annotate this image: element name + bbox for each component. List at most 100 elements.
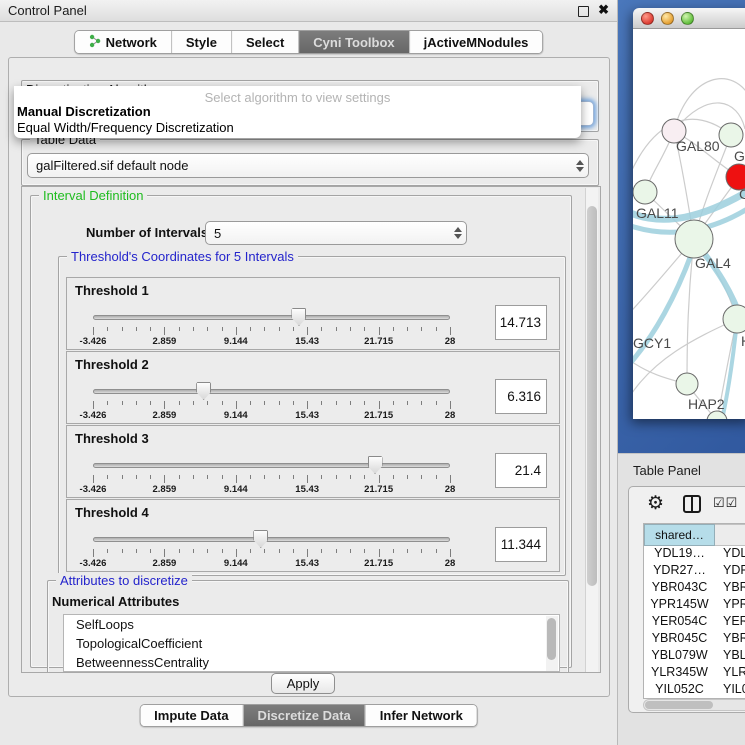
table-row[interactable]: YDL19…YDL1 (644, 546, 745, 563)
attributes-list-scrollbar[interactable] (546, 616, 558, 672)
cell-shared-name[interactable]: YER054C (644, 614, 715, 631)
cell-name[interactable]: YER0 (715, 614, 745, 631)
cell-name[interactable]: YBL0 (715, 648, 745, 665)
table-row[interactable]: YLR345WYLR3 (644, 665, 745, 682)
threshold-slider-4[interactable]: -3.4262.8599.14415.4321.71528 (67, 500, 559, 571)
slider-tick (364, 475, 365, 479)
slider-track[interactable] (93, 315, 450, 320)
table-row[interactable]: YDR27…YDR2 (644, 563, 745, 580)
slider-thumb[interactable] (368, 456, 383, 474)
slider-thumb[interactable] (253, 530, 268, 548)
cell-name[interactable]: YDL1 (715, 546, 745, 563)
cell-name[interactable]: YIL0 (715, 682, 745, 699)
slider-track[interactable] (93, 389, 450, 394)
slider-track[interactable] (93, 463, 450, 468)
table-row[interactable]: YIL052CYIL0 (644, 682, 745, 699)
algorithm-option-manual-discretization[interactable]: Manual Discretization (17, 104, 151, 119)
slider-tick (136, 401, 137, 405)
threshold-slider-1[interactable]: -3.4262.8599.14415.4321.71528 (67, 278, 559, 349)
cell-shared-name[interactable]: YIL052C (644, 682, 715, 699)
network-node-ga[interactable] (719, 123, 743, 147)
cell-shared-name[interactable]: YLR345W (644, 665, 715, 682)
checkbox-icons[interactable]: ☑☑ (713, 495, 738, 511)
slider-tick (321, 401, 322, 405)
slider-thumb[interactable] (291, 308, 306, 326)
cell-name[interactable]: YBR0 (715, 580, 745, 597)
slider-thumb[interactable] (196, 382, 211, 400)
attribute-item-topologicalcoefficient[interactable]: TopologicalCoefficient (64, 634, 559, 653)
threshold-value-field[interactable]: 14.713 (495, 305, 547, 340)
slider-tick (222, 475, 223, 479)
table-horizontal-scrollbar[interactable] (643, 699, 745, 711)
attribute-item-betweennesscentrality[interactable]: BetweennessCentrality (64, 653, 559, 672)
table-row[interactable]: YBR043CYBR0 (644, 580, 745, 597)
bottom-tab-infer-network[interactable]: Infer Network (365, 705, 477, 726)
slider-tick (364, 549, 365, 553)
network-node-gal4[interactable] (675, 220, 713, 258)
slider-tick (336, 327, 337, 331)
threshold-slider-3[interactable]: -3.4262.8599.14415.4321.71528 (67, 426, 559, 497)
slider-tick-label: 21.715 (349, 484, 409, 495)
cell-shared-name[interactable]: YDL19… (644, 546, 715, 563)
attributes-group: Attributes to discretize Numerical Attri… (47, 580, 569, 673)
algorithm-option-equal-width-frequency-discretization[interactable]: Equal Width/Frequency Discretization (17, 120, 234, 135)
tab-network[interactable]: Network (75, 31, 171, 53)
bottom-tab-discretize-data[interactable]: Discretize Data (243, 705, 365, 726)
tab-style[interactable]: Style (171, 31, 231, 53)
table-row[interactable]: YBR045CYBR0 (644, 631, 745, 648)
threshold-row-4: Threshold 4-3.4262.8599.14415.4321.71528… (66, 499, 560, 572)
tab-jactivemnodules[interactable]: jActiveMNodules (409, 31, 543, 53)
threshold-value-field[interactable]: 6.316 (495, 379, 547, 414)
gear-icon[interactable]: ⚙ (647, 492, 664, 515)
attribute-item-selfloops[interactable]: SelfLoops (64, 615, 559, 634)
slider-tick (279, 401, 280, 405)
cell-shared-name[interactable]: YPR145W (644, 597, 715, 614)
slider-tick (250, 401, 251, 405)
settings-scrollbar[interactable] (585, 188, 598, 672)
cell-shared-name[interactable]: YBR045C (644, 631, 715, 648)
cell-name[interactable]: YBR0 (715, 631, 745, 648)
threshold-value-field[interactable]: 21.4 (495, 453, 547, 488)
number-of-intervals-combobox[interactable]: 5 (205, 221, 467, 245)
slider-tick-label: 15.43 (277, 336, 337, 347)
slider-tick (222, 401, 223, 405)
minimize-traffic-light-icon[interactable] (661, 12, 674, 25)
table-row[interactable]: YER054CYER0 (644, 614, 745, 631)
cell-name[interactable]: YLR3 (715, 665, 745, 682)
cell-shared-name[interactable]: YDR27… (644, 563, 715, 580)
network-node-hap2[interactable] (676, 373, 698, 395)
slider-tick (364, 327, 365, 331)
threshold-value-field[interactable]: 11.344 (495, 527, 547, 562)
slider-tick (436, 475, 437, 479)
table-data-combobox[interactable]: galFiltered.sif default node (27, 153, 589, 178)
apply-button[interactable]: Apply (271, 673, 335, 694)
zoom-traffic-light-icon[interactable] (681, 12, 694, 25)
cell-name[interactable]: YDR2 (715, 563, 745, 580)
tab-cyni-toolbox[interactable]: Cyni Toolbox (298, 31, 408, 53)
column-header-shared-name[interactable]: shared… (644, 524, 715, 546)
network-node-label: GA (734, 148, 745, 164)
cell-name[interactable]: YPR1 (715, 597, 745, 614)
top-tab-bar: NetworkStyleSelectCyni ToolboxjActiveMNo… (74, 30, 544, 54)
column-header-name[interactable]: n (715, 524, 745, 546)
network-canvas[interactable]: GAL80GACGAL11GAL4HGCY1HAP2 (633, 29, 745, 419)
network-node-gal11[interactable] (633, 180, 657, 204)
network-node-h[interactable] (723, 305, 745, 333)
close-icon[interactable]: ✖ (598, 2, 609, 18)
cell-shared-name[interactable]: YBL079W (644, 648, 715, 665)
tab-select[interactable]: Select (231, 31, 298, 53)
table-row[interactable]: YPR145WYPR1 (644, 597, 745, 614)
float-window-icon[interactable] (578, 6, 589, 17)
network-window-titlebar[interactable] (633, 8, 745, 29)
slider-tick-label: -3.426 (63, 410, 123, 421)
bottom-tab-impute-data[interactable]: Impute Data (140, 705, 242, 726)
close-traffic-light-icon[interactable] (641, 12, 654, 25)
slider-tick (450, 475, 451, 483)
threshold-slider-2[interactable]: -3.4262.8599.14415.4321.71528 (67, 352, 559, 423)
cell-shared-name[interactable]: YBR043C (644, 580, 715, 597)
slider-tick (379, 475, 380, 483)
columns-icon[interactable] (683, 495, 701, 513)
slider-tick (279, 549, 280, 553)
table-row[interactable]: YBL079WYBL0 (644, 648, 745, 665)
slider-track[interactable] (93, 537, 450, 542)
